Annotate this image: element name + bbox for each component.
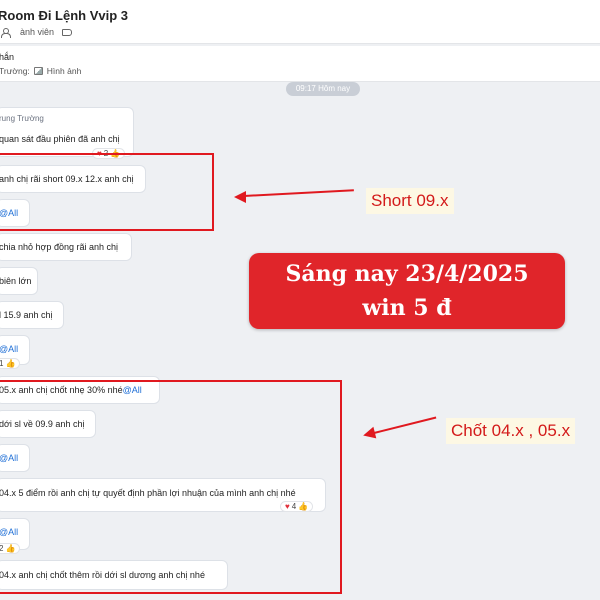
like-icon: 👍 [5, 358, 16, 368]
image-icon [33, 67, 43, 75]
message-text: quan sát đầu phiên đã anh chị [0, 134, 120, 144]
message-text: biên lớn [0, 276, 32, 286]
tag-icon[interactable] [62, 28, 73, 36]
message-bubble[interactable]: l 15.9 anh chị [0, 301, 64, 329]
mention-all[interactable]: @All [0, 344, 18, 354]
short-annotation: Short 09.x [366, 188, 454, 214]
win-banner-line2: win 5 đ [362, 295, 452, 321]
pinned-attachment: Hình ảnh [46, 66, 82, 76]
arrow-head-chot [361, 426, 377, 442]
member-info[interactable]: ành viên [0, 27, 73, 38]
pinned-title: hắn [0, 52, 15, 62]
message-bubble[interactable]: chia nhỏ hợp đồng rãi anh chị [0, 233, 132, 261]
chot-annotation: Chốt 04.x , 05.x [446, 418, 576, 444]
members-label: ành viên [20, 27, 55, 37]
reaction-count: 1 [0, 358, 4, 368]
time-divider: 09:17 Hôm nay [286, 82, 360, 96]
message-sender: rung Trường [0, 114, 44, 123]
pinned-subtitle: Trường: Hình ảnh [0, 66, 81, 76]
arrow-line-short [243, 189, 354, 197]
message-text: l 15.9 anh chị [0, 310, 53, 320]
highlight-box-chot [0, 380, 342, 594]
arrow-head-short [234, 191, 246, 203]
win-banner-line1: Sáng nay 23/4/2025 [285, 261, 529, 287]
room-title[interactable]: Room Đi Lệnh Vvip 3 [0, 8, 128, 23]
reaction-badge[interactable]: 1 👍 [0, 358, 21, 369]
chat-header: Room Đi Lệnh Vvip 3 ành viên [0, 0, 600, 44]
message-bubble[interactable]: biên lớn [0, 267, 38, 295]
arrow-line-chot [373, 416, 437, 434]
highlight-box-short [0, 153, 214, 231]
pinned-sender: Trường: [0, 66, 30, 76]
message-text: chia nhỏ hợp đồng rãi anh chị [0, 242, 118, 252]
members-icon [0, 27, 12, 38]
win-banner: Sáng nay 23/4/2025 win 5 đ [249, 253, 565, 329]
pinned-message[interactable]: hắn Trường: Hình ảnh [0, 46, 600, 82]
